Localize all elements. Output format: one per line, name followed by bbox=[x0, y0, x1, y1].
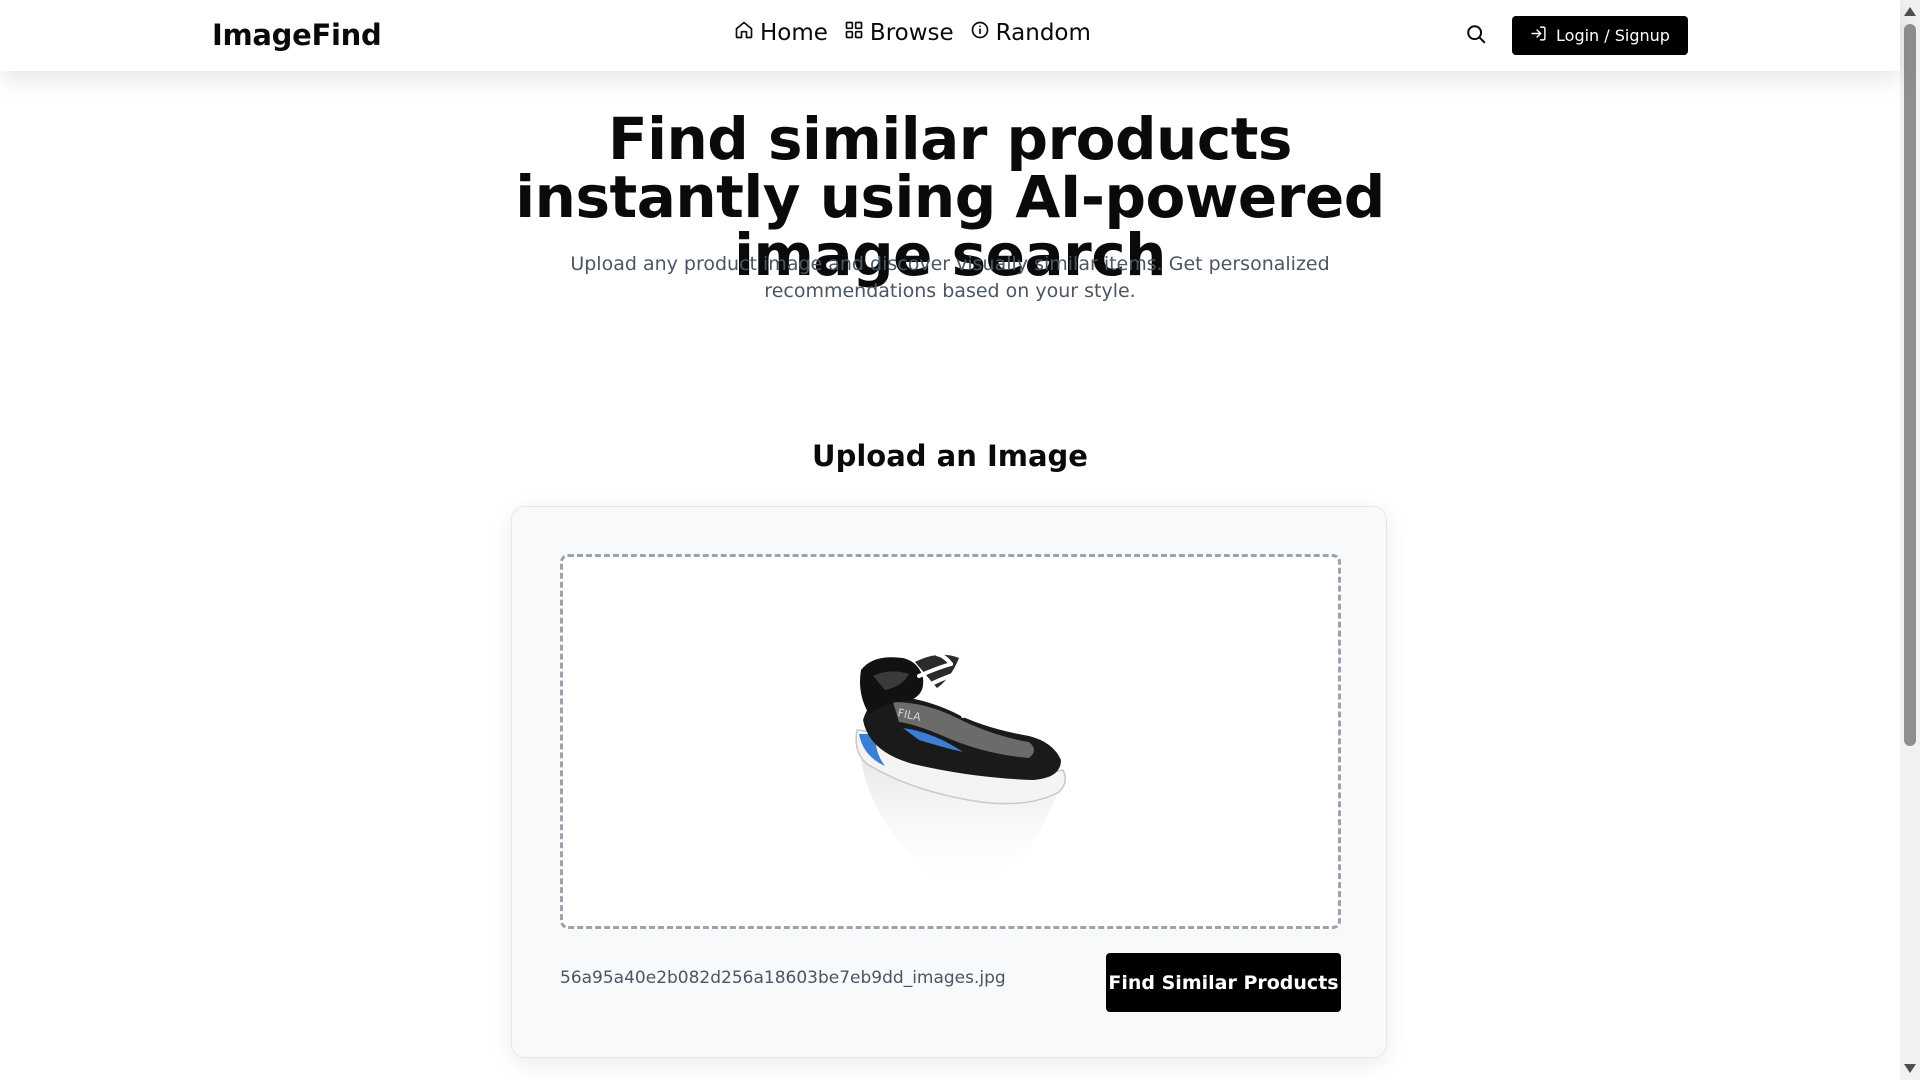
image-dropzone[interactable]: FILA bbox=[560, 554, 1341, 929]
find-similar-products-button[interactable]: Find Similar Products bbox=[1106, 953, 1341, 1012]
nav-home[interactable]: Home bbox=[734, 20, 828, 46]
uploaded-image-preview: FILA bbox=[855, 652, 1066, 894]
log-in-icon bbox=[1530, 25, 1547, 46]
scrollbar-thumb[interactable] bbox=[1904, 24, 1916, 746]
upload-heading: Upload an Image bbox=[812, 439, 1088, 473]
upload-card: FILA 56a95a40e2b082d256a18603be7eb9dd_im… bbox=[511, 506, 1387, 1058]
scroll-down-arrow-icon[interactable] bbox=[1904, 1064, 1916, 1073]
selected-filename: 56a95a40e2b082d256a18603be7eb9dd_images.… bbox=[560, 968, 1006, 988]
hero-subtitle: Upload any product image and discover vi… bbox=[570, 253, 1330, 302]
scroll-up-arrow-icon[interactable] bbox=[1904, 7, 1916, 16]
login-signup-button[interactable]: Login / Signup bbox=[1512, 16, 1688, 55]
nav-browse-label: Browse bbox=[869, 20, 954, 46]
nav-home-label: Home bbox=[760, 20, 828, 46]
search-icon bbox=[1465, 23, 1487, 49]
nav-random[interactable]: Random bbox=[970, 20, 1091, 46]
main-nav: Home Browse Random bbox=[734, 20, 1091, 46]
login-signup-label: Login / Signup bbox=[1556, 26, 1670, 45]
page-scrollbar[interactable] bbox=[1900, 0, 1920, 1080]
top-navbar: ImageFind Home Browse Random Login / Sig… bbox=[0, 0, 1900, 71]
page: ImageFind Home Browse Random Login / Sig… bbox=[0, 0, 1920, 1080]
brand-logo[interactable]: ImageFind bbox=[212, 18, 382, 52]
home-icon bbox=[734, 20, 754, 46]
info-icon bbox=[970, 20, 990, 46]
nav-random-label: Random bbox=[995, 20, 1091, 46]
grid-icon bbox=[844, 20, 864, 46]
search-button[interactable] bbox=[1462, 22, 1490, 50]
nav-browse[interactable]: Browse bbox=[844, 20, 954, 46]
